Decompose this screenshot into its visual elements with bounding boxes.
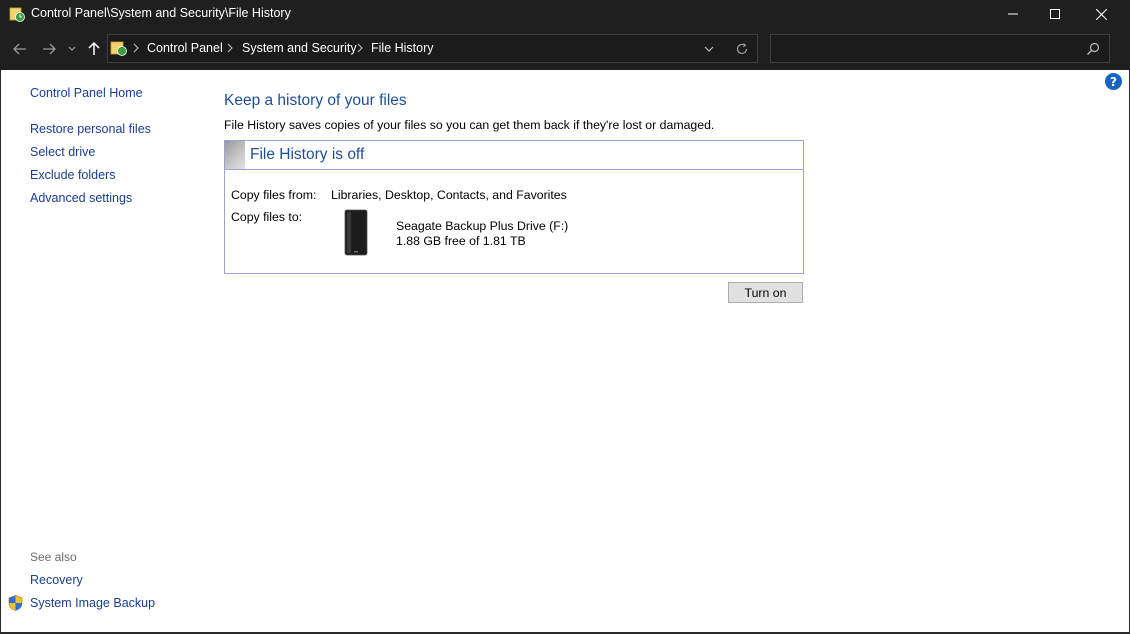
forward-arrow-icon xyxy=(43,43,56,55)
exclude-folders-link[interactable]: Exclude folders xyxy=(30,168,115,182)
back-arrow-icon xyxy=(13,43,26,55)
forward-button[interactable] xyxy=(39,40,59,58)
close-button[interactable] xyxy=(1078,0,1124,28)
page-heading: Keep a history of your files xyxy=(224,92,407,109)
page-description: File History saves copies of your files … xyxy=(224,118,715,132)
maximize-button[interactable] xyxy=(1032,0,1078,28)
minimize-button[interactable] xyxy=(990,0,1036,28)
control-panel-icon xyxy=(110,41,127,56)
uac-shield-icon xyxy=(8,595,23,611)
breadcrumb-system-and-security[interactable]: System and Security xyxy=(242,41,357,55)
back-button[interactable] xyxy=(10,40,30,58)
minimize-icon xyxy=(1008,13,1018,15)
window-title: Control Panel\System and Security\File H… xyxy=(31,6,291,20)
recent-locations-button[interactable] xyxy=(65,40,79,58)
external-drive-icon xyxy=(344,209,368,256)
navigation-bar: Control Panel System and Security File H… xyxy=(0,28,1130,70)
see-also-label: See also xyxy=(30,550,77,564)
system-image-backup-link[interactable]: System Image Backup xyxy=(30,596,155,610)
advanced-settings-link[interactable]: Advanced settings xyxy=(30,191,132,205)
recovery-link[interactable]: Recovery xyxy=(30,573,83,587)
breadcrumb-separator-icon xyxy=(357,43,363,53)
help-icon[interactable]: ? xyxy=(1105,73,1122,90)
maximize-icon xyxy=(1050,9,1060,19)
select-drive-link[interactable]: Select drive xyxy=(30,145,95,159)
status-header: File History is off xyxy=(225,141,803,170)
file-history-status-box: File History is off Copy files from: Lib… xyxy=(224,140,804,274)
window-frame-left xyxy=(0,70,1,634)
copy-from-value: Libraries, Desktop, Contacts, and Favori… xyxy=(331,188,567,202)
title-bar: Control Panel\System and Security\File H… xyxy=(0,0,1130,28)
breadcrumb-separator-icon xyxy=(133,43,139,53)
breadcrumb-separator-icon xyxy=(227,43,233,53)
drive-name: Seagate Backup Plus Drive (F:) xyxy=(396,219,569,233)
status-indicator-icon xyxy=(225,141,245,169)
status-title: File History is off xyxy=(250,146,365,163)
restore-personal-files-link[interactable]: Restore personal files xyxy=(30,122,151,136)
control-panel-home-link[interactable]: Control Panel Home xyxy=(30,86,143,100)
drive-free-space: 1.88 GB free of 1.81 TB xyxy=(396,234,526,248)
turn-on-button[interactable]: Turn on xyxy=(728,282,803,303)
breadcrumb-control-panel[interactable]: Control Panel xyxy=(147,41,223,55)
chevron-down-icon xyxy=(68,46,76,51)
up-arrow-icon xyxy=(88,42,100,55)
address-bar[interactable]: Control Panel System and Security File H… xyxy=(107,34,758,63)
close-icon xyxy=(1095,8,1107,20)
refresh-icon[interactable] xyxy=(735,42,749,56)
breadcrumb-file-history[interactable]: File History xyxy=(371,41,434,55)
address-dropdown-icon[interactable] xyxy=(703,43,715,55)
copy-to-label: Copy files to: xyxy=(231,210,303,224)
copy-from-label: Copy files from: xyxy=(231,188,317,202)
search-icon[interactable] xyxy=(1086,42,1100,56)
search-box[interactable] xyxy=(770,34,1110,63)
file-history-app-icon xyxy=(9,7,25,22)
up-button[interactable] xyxy=(84,40,104,58)
